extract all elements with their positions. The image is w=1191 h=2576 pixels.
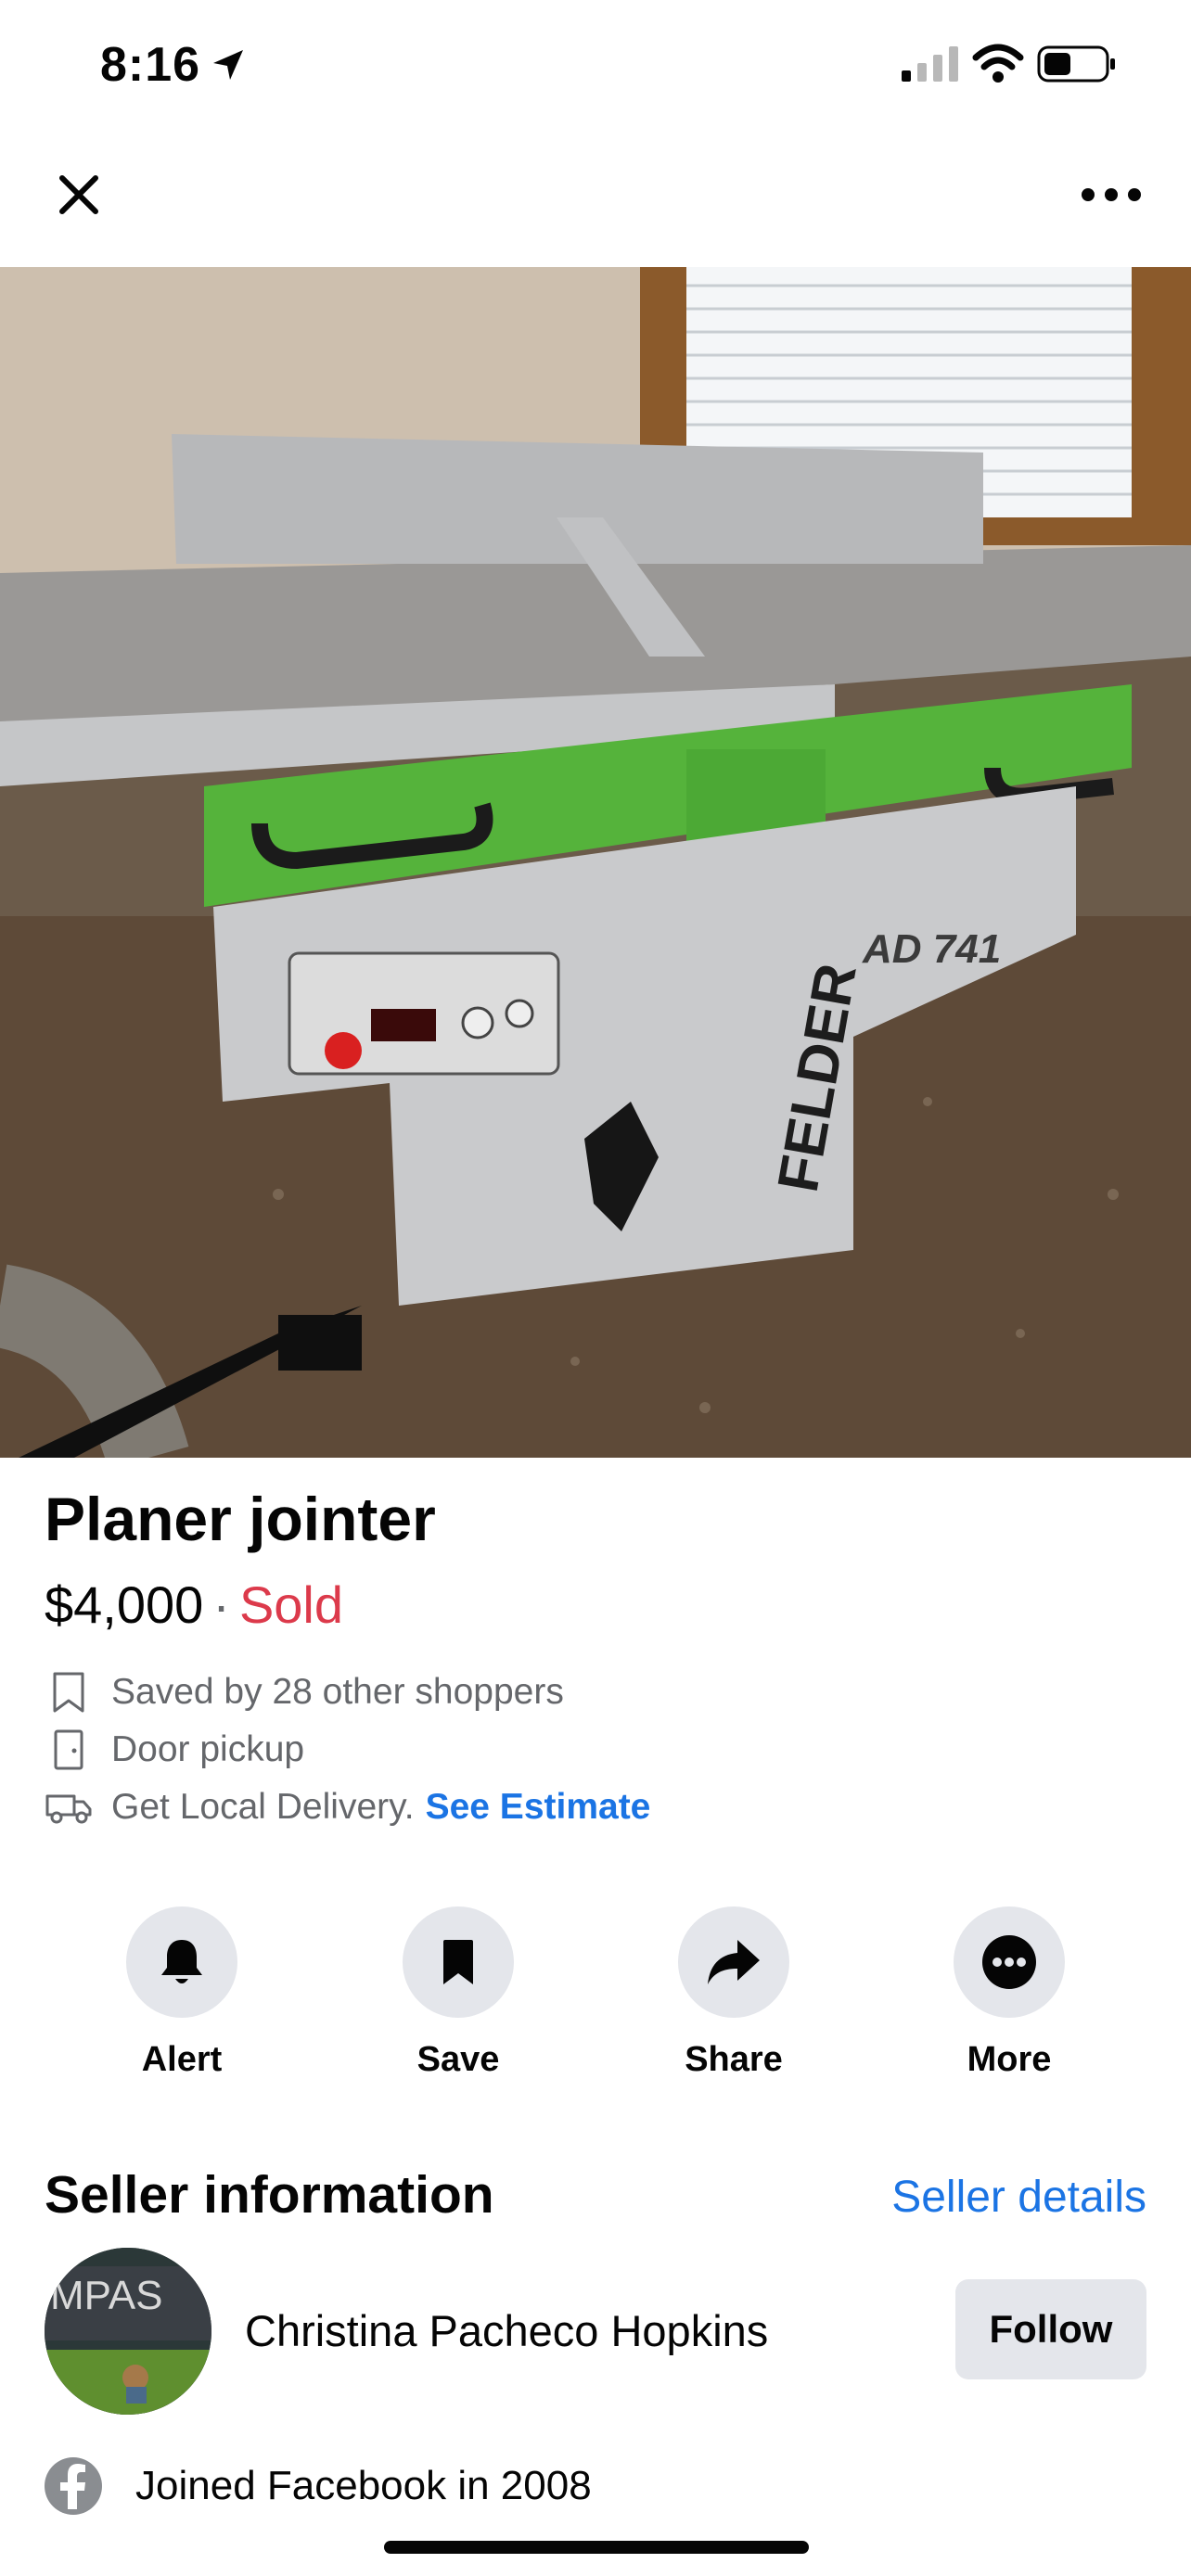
more-circle-icon [982,1935,1036,1989]
follow-button[interactable]: Follow [955,2279,1146,2379]
home-indicator[interactable] [384,2541,809,2554]
more-horizontal-icon [1082,188,1141,201]
more-label: More [967,2040,1052,2079]
alert-circle[interactable] [126,1906,237,2018]
listing-photo[interactable]: AD 741 FELDER [0,267,1191,1458]
save-circle[interactable] [403,1906,514,2018]
close-button[interactable] [46,162,111,227]
save-label: Save [416,2040,500,2079]
meta-delivery: Get Local Delivery. See Estimate [45,1784,650,1830]
alert-label: Alert [141,2040,223,2079]
meta-delivery-text: Get Local Delivery. [111,1787,415,1827]
joined-facebook: Joined Facebook in 2008 [45,2457,592,2515]
sold-status: Sold [238,1575,344,1634]
wifi-icon [972,44,1024,83]
meta-pickup-text: Door pickup [111,1729,305,1769]
cellular-signal-icon [902,46,958,82]
planer-jointer-image: AD 741 FELDER [0,267,1191,1458]
seller-avatar-image: MPAS [45,2248,211,2415]
joined-text: Joined Facebook in 2008 [135,2463,592,2508]
bell-icon [161,1940,202,1983]
seller-info-heading: Seller information [45,2165,494,2225]
facebook-icon [45,2457,102,2515]
truck-icon [45,1784,93,1830]
save-button[interactable]: Save [365,1906,551,2080]
location-arrow-icon [213,50,243,80]
price-separator: · [212,1575,230,1634]
see-estimate-link[interactable]: See Estimate [426,1787,651,1828]
more-circle[interactable] [954,1906,1065,2018]
door-icon [45,1727,93,1773]
listing-title: Planer jointer [45,1485,436,1553]
share-label: Share [685,2040,783,2079]
seller-name[interactable]: Christina Pacheco Hopkins [245,2305,768,2356]
model-label: AD 741 [862,926,1001,972]
more-options-button[interactable] [1074,172,1148,217]
bookmark-icon [443,1940,473,1984]
price-line: $4,000 · Sold [45,1575,343,1635]
share-arrow-icon [708,1940,760,1984]
seller-details-link[interactable]: Seller details [891,2172,1146,2223]
status-bar: 8:16 [0,0,1191,130]
avatar-sign-text: MPAS [50,2273,162,2318]
status-time: 8:16 [100,38,201,92]
close-icon [59,175,98,214]
share-button[interactable]: Share [641,1906,826,2080]
listing-price: $4,000 [45,1575,204,1634]
alert-button[interactable]: Alert [89,1906,275,2080]
meta-saved-text: Saved by 28 other shoppers [111,1672,564,1712]
bookmark-outline-icon [45,1669,93,1715]
avatar[interactable]: MPAS [45,2248,211,2415]
share-circle[interactable] [678,1906,789,2018]
meta-saved: Saved by 28 other shoppers [45,1669,564,1715]
battery-icon [1037,45,1115,83]
more-button[interactable]: More [916,1906,1102,2080]
meta-pickup: Door pickup [45,1727,304,1773]
